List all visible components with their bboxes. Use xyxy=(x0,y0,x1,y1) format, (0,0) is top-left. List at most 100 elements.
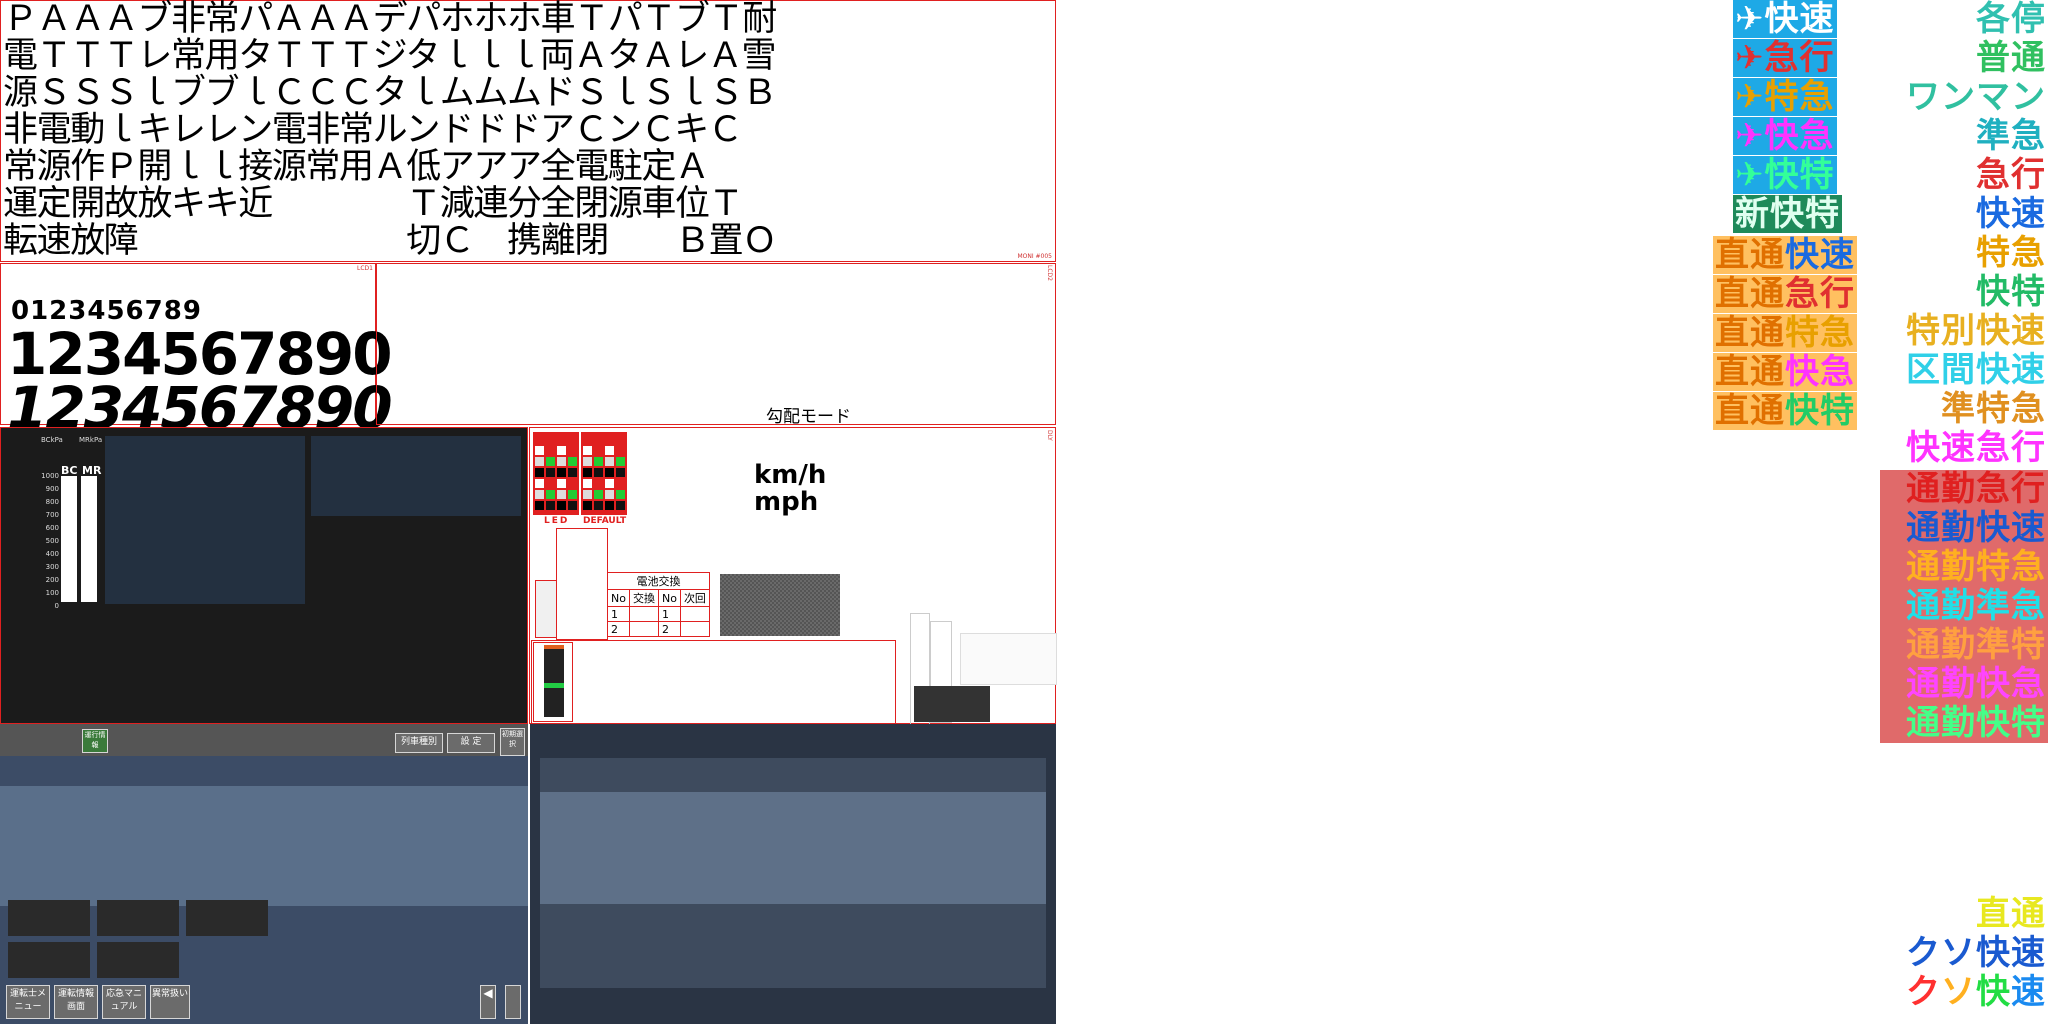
driver-menu-button[interactable]: 運転士メニュー xyxy=(6,985,50,1019)
lcd-panel: LCD2 xyxy=(376,263,1056,425)
train-type-label: 普通 xyxy=(1976,38,2046,78)
blank-frame xyxy=(556,528,608,640)
battery-header: No xyxy=(657,589,681,607)
battery-cell: 1 xyxy=(657,606,681,622)
initial-select-button[interactable]: 初期選択 xyxy=(500,728,525,756)
settings-button[interactable]: 設 定 xyxy=(447,733,495,753)
glyph-row: 転速放障 切Ｃ 携離閉 Ｂ置Ｏ xyxy=(3,221,777,261)
train-type-label: ✈急行 xyxy=(1733,38,1837,78)
scale-tick: 700 xyxy=(45,511,59,519)
scale-tick: 200 xyxy=(45,576,59,584)
meter-display xyxy=(105,436,305,604)
led-cell xyxy=(557,446,566,455)
led-cell xyxy=(594,457,603,466)
train-type-label: 各停 xyxy=(1976,0,2046,39)
led-cell xyxy=(568,446,577,455)
led-cell xyxy=(557,490,566,499)
meter-panel: BCkPa MRkPa BC MR 1000 900 800 700 600 500 400… xyxy=(0,427,528,724)
train-type-label: 特別快速 xyxy=(1906,311,2046,351)
led-cell xyxy=(557,479,566,488)
led-cell xyxy=(535,501,544,510)
menu-slot xyxy=(186,900,268,936)
led-cell xyxy=(583,501,592,510)
led-cell xyxy=(616,457,625,466)
train-type-label: 通勤準特 xyxy=(1906,625,2046,665)
led-cell xyxy=(605,457,614,466)
lcd2-label: LCD2 xyxy=(1046,265,1053,281)
speed-units: km/h mph xyxy=(754,462,826,516)
led-cell xyxy=(535,490,544,499)
train-type-label: 快特 xyxy=(1976,272,2046,312)
train-type-label: 準特急 xyxy=(1941,389,2046,429)
led-cell xyxy=(546,501,555,510)
scale-tick: 400 xyxy=(45,550,59,558)
train-type-label: 区間快速 xyxy=(1906,350,2046,390)
led-cell xyxy=(594,490,603,499)
lower-frame xyxy=(531,640,896,724)
emergency-manual-button[interactable]: 応急マニュアル xyxy=(102,985,146,1019)
led-cell xyxy=(583,446,592,455)
glyph-row: 源ＳＳＳｌブブｌＣＣＣタｌムムムドＳｌＳｌＳＢ xyxy=(3,73,777,113)
led-cell xyxy=(616,468,625,477)
train-type-label: 急行 xyxy=(1976,155,2046,195)
default-label: DEFAULT xyxy=(583,516,627,526)
led-cell xyxy=(568,468,577,477)
small-pad xyxy=(535,580,557,638)
train-type-label: 直通快急 xyxy=(1713,352,1857,392)
level-meter-top xyxy=(544,645,564,649)
pattern-block xyxy=(720,574,840,636)
dot-button[interactable] xyxy=(505,985,521,1019)
led-cell xyxy=(583,468,592,477)
led-cell xyxy=(594,446,603,455)
scale-tick: 600 xyxy=(45,524,59,532)
scale-tick: 900 xyxy=(45,485,59,493)
train-type-label: クソ快速 xyxy=(1906,933,2046,973)
led-cell xyxy=(594,468,603,477)
battery-header: 次回 xyxy=(679,589,710,607)
abnormal-handling-button[interactable]: 異常扱い xyxy=(150,985,190,1019)
train-type-label: クソ快速 xyxy=(1906,972,2046,1012)
prev-arrow-button[interactable]: ◀ xyxy=(480,985,496,1019)
scale-tick: 800 xyxy=(45,498,59,506)
led-label: LED xyxy=(544,516,570,526)
led-cell xyxy=(546,490,555,499)
driving-info-button[interactable]: 運転情報画面 xyxy=(54,985,98,1019)
train-type-label: ✈特急 xyxy=(1733,77,1837,117)
led-cell xyxy=(583,490,592,499)
scale-tick: 0 xyxy=(54,602,59,610)
led-cell xyxy=(605,446,614,455)
operation-info-button[interactable]: 運行情報 xyxy=(82,729,108,753)
led-cell xyxy=(535,446,544,455)
led-cell xyxy=(546,457,555,466)
led-cell xyxy=(583,457,592,466)
led-cell xyxy=(557,468,566,477)
led-cell xyxy=(594,479,603,488)
train-type-button[interactable]: 列車種別 xyxy=(395,733,443,753)
train-types-commute: 通勤急行 通勤快速 通勤特急 通勤準急 通勤準特 通勤快急 通勤快特 xyxy=(1880,470,2048,743)
menu-slot xyxy=(8,900,90,936)
lcd1-label: LCD1 xyxy=(357,265,373,272)
train-type-label: 通勤準急 xyxy=(1906,586,2046,626)
unit-kmh: km/h xyxy=(754,460,827,490)
train-type-label: 直通 xyxy=(1976,894,2046,934)
train-type-label: 直通快速 xyxy=(1713,235,1857,275)
led-cell xyxy=(568,457,577,466)
battery-header: 交換 xyxy=(628,589,659,607)
led-cell xyxy=(535,468,544,477)
train-type-label: 特急 xyxy=(1976,233,2046,273)
sheet-corner-label: MONI #005 xyxy=(1017,253,1052,260)
default-grid xyxy=(581,432,627,515)
train-type-label: 通勤特急 xyxy=(1906,547,2046,587)
glyph-row: 常源作Ｐ開ｌｌ接源常用Ａ低アアア全電駐定Ａ xyxy=(3,147,710,187)
led-cell xyxy=(616,446,625,455)
train-type-label: 快速 xyxy=(1976,194,2046,234)
glyph-row: 電ＴＴＴレ常用タＴＴＴジタｌｌｌ両ＡタＡレＡ雪 xyxy=(3,36,777,76)
led-cell xyxy=(568,490,577,499)
menu-slot xyxy=(97,942,179,978)
glyph-row: 非電動ｌキレレン電非常ルンドドドアＣンＣキＣ xyxy=(3,110,743,150)
bc-gauge xyxy=(61,476,77,602)
mr-unit: MRkPa xyxy=(79,436,103,444)
led-cell xyxy=(557,501,566,510)
train-type-label: 直通急行 xyxy=(1713,274,1857,314)
menu-slot xyxy=(8,942,90,978)
